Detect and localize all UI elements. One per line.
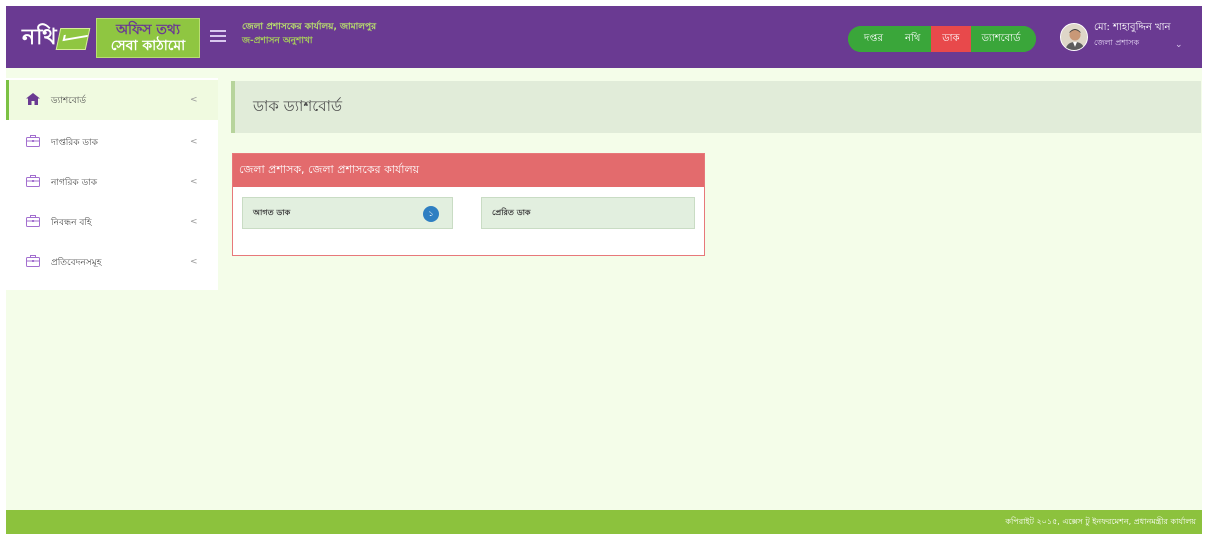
chevron-left-icon: < [190,137,198,147]
incoming-dak-card[interactable]: আগত ডাক ১ [242,197,453,229]
logo-tagline-line1: অফিস তথ্য [115,22,181,38]
logo-nothi-text: নথি [22,23,58,50]
avatar[interactable] [1060,23,1088,51]
sidebar-item-label: নাগরিক ডাক [51,177,98,188]
sidebar-item-label: প্রতিবেদনসমূহ [51,257,102,268]
nav-item-dashboard[interactable]: ড্যাশবোর্ড [970,26,1037,52]
office-name: জেলা প্রশাসকের কার্যালয়, জামালপুর [242,22,377,32]
incoming-dak-count-badge: ১ [423,206,439,222]
dak-panel-title: জেলা প্রশাসক, জেলা প্রশাসকের কার্যালয় [239,163,420,176]
footer: কপিরাইট ২০১৫, এক্সেস টু ইনফরমেশন, প্রধান… [6,510,1202,534]
sidebar-item-dashboard[interactable]: ড্যাশবোর্ড < [6,80,218,120]
chevron-left-icon: < [190,257,198,267]
top-nav: দপ্তর নথি ডাক ড্যাশবোর্ড [848,26,1037,52]
sidebar-item-label: নিবন্ধন বহি [51,217,92,228]
sidebar: ড্যাশবোর্ড < দাপ্তরিক ডাক < নাগরিক ডাক <… [6,78,218,290]
sidebar-item-register[interactable]: নিবন্ধন বহি < [6,202,218,242]
logo-tagline-box: অফিস তথ্য সেবা কাঠামো [96,18,200,58]
nav-item-nothi[interactable]: নথি [893,26,932,52]
dak-panel-header: জেলা প্রশাসক, জেলা প্রশাসকের কার্যালয় [233,154,704,187]
nav-item-dak[interactable]: ডাক [931,26,971,52]
hamburger-menu-icon[interactable] [210,30,226,42]
envelope-logo-icon [55,28,91,50]
office-info: জেলা প্রশাসকের কার্যালয়, জামালপুর জ-প্র… [242,20,376,48]
app-logo[interactable]: নথি অফিস তথ্য সেবা কাঠামো [22,18,200,58]
nav-item-dapthor[interactable]: দপ্তর [848,26,894,52]
top-header: নথি অফিস তথ্য সেবা কাঠামো জেলা প্রশাসকের… [6,6,1202,68]
home-icon [26,93,40,105]
user-role: জেলা প্রশাসক [1094,38,1140,47]
briefcase-icon [26,175,40,187]
user-name: মো: শাহাবুদ্দিন খান [1094,22,1171,33]
briefcase-icon [26,255,40,267]
briefcase-icon [26,135,40,147]
chevron-down-icon[interactable]: ⌄ [1175,40,1183,50]
page-title: ডাক ড্যাশবোর্ড [253,96,343,115]
sidebar-item-official-dak[interactable]: দাপ্তরিক ডাক < [6,122,218,162]
incoming-dak-label: আগত ডাক [253,207,291,217]
briefcase-icon [26,215,40,227]
sent-dak-card[interactable]: প্রেরিত ডাক [481,197,695,229]
dak-summary-panel: জেলা প্রশাসক, জেলা প্রশাসকের কার্যালয় আ… [232,153,705,256]
chevron-left-icon: < [190,95,198,105]
sidebar-item-citizen-dak[interactable]: নাগরিক ডাক < [6,162,218,202]
chevron-left-icon: < [190,217,198,227]
footer-copyright: কপিরাইট ২০১৫, এক্সেস টু ইনফরমেশন, প্রধান… [1005,516,1196,526]
sent-dak-label: প্রেরিত ডাক [492,207,531,217]
sidebar-item-label: ড্যাশবোর্ড [51,95,87,106]
user-info[interactable]: মো: শাহাবুদ্দিন খান জেলা প্রশাসক [1094,20,1170,50]
sidebar-item-label: দাপ্তরিক ডাক [51,137,98,148]
chevron-left-icon: < [190,177,198,187]
sidebar-item-reports[interactable]: প্রতিবেদনসমূহ < [6,242,218,282]
user-photo-icon [1061,24,1087,50]
office-unit: জ-প্রশাসন অনুশাখা [242,36,313,46]
page-title-bar: ডাক ড্যাশবোর্ড [231,81,1201,133]
logo-tagline-line2: সেবা কাঠামো [110,38,186,54]
